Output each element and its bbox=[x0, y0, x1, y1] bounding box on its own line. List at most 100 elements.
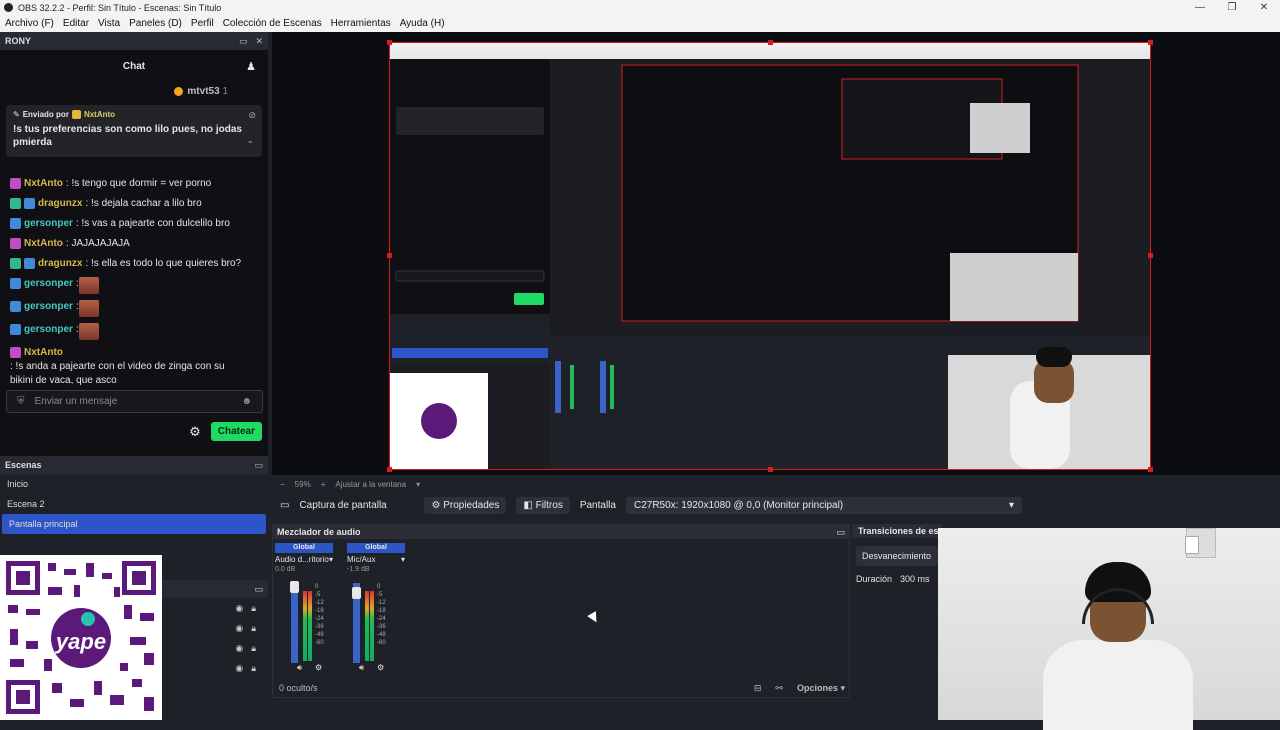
resize-handle[interactable] bbox=[1148, 253, 1153, 258]
speaker-icon[interactable]: 🔊︎ bbox=[297, 663, 302, 673]
close-window-button[interactable]: ✕ bbox=[1248, 2, 1280, 13]
source-row[interactable]: ◉ 🔒︎ bbox=[162, 658, 268, 678]
lock-icon[interactable]: 🔒︎ bbox=[251, 663, 256, 674]
chevron-down-icon[interactable]: ⌄ bbox=[246, 135, 254, 146]
menu-archivo[interactable]: Archivo (F) bbox=[5, 18, 54, 29]
chat-users-icon[interactable]: ♟ bbox=[246, 60, 256, 73]
channel-points[interactable]: mtvt53 1 bbox=[0, 83, 268, 99]
maximize-button[interactable]: ❐ bbox=[1216, 2, 1248, 13]
menu-vista[interactable]: Vista bbox=[98, 18, 120, 29]
chat-user[interactable]: NxtAnto bbox=[24, 237, 63, 251]
eye-icon[interactable]: ◉ bbox=[235, 643, 243, 654]
resize-handle[interactable] bbox=[1148, 40, 1153, 45]
menu-paneles[interactable]: Paneles (D) bbox=[129, 18, 182, 29]
mixer-header: Mezclador de audio ▭ bbox=[273, 525, 849, 539]
fit-to-window[interactable]: Ajustar a la ventana bbox=[335, 480, 406, 489]
source-row[interactable]: ◉ 🔒︎ bbox=[162, 618, 268, 638]
badge-icon bbox=[10, 198, 21, 209]
points-value: 1 bbox=[222, 85, 228, 97]
resize-handle[interactable] bbox=[1148, 467, 1153, 472]
source-row[interactable]: ◉ 🔒︎ bbox=[162, 598, 268, 618]
transition-select[interactable]: Desvanecimiento bbox=[856, 546, 938, 566]
filter-icon: ◧ bbox=[523, 499, 533, 511]
channel-name[interactable]: Mic/Aux ▾ bbox=[347, 555, 405, 564]
fader-knob[interactable] bbox=[352, 587, 361, 599]
settings-icon[interactable]: ⚙ bbox=[377, 663, 384, 672]
scene-item[interactable]: Escena 2 bbox=[0, 494, 268, 514]
gear-icon: ⚙ bbox=[431, 499, 441, 511]
shield-icon[interactable]: ⛨ bbox=[17, 396, 25, 407]
scene-item-selected[interactable]: Pantalla principal bbox=[2, 514, 266, 534]
menu-editar[interactable]: Editar bbox=[63, 18, 89, 29]
audio-mixer-dock: Mezclador de audio ▭ Global Audio d...ri… bbox=[272, 524, 850, 698]
preview-controls: − 59% + Ajustar a la ventana ▾ bbox=[272, 475, 1280, 493]
emoji-icon[interactable]: ☻ bbox=[241, 396, 252, 407]
undock-icon[interactable]: ▭ bbox=[254, 584, 263, 595]
minimize-button[interactable]: — bbox=[1184, 2, 1216, 13]
properties-button[interactable]: ⚙ Propiedades bbox=[424, 496, 507, 514]
pinned-message[interactable]: ✎ Enviado por NxtAnto !s tus preferencia… bbox=[6, 105, 262, 157]
chat-user[interactable]: gersonper bbox=[24, 277, 73, 291]
nested-obs-capture[interactable] bbox=[387, 40, 1153, 472]
link-icon[interactable]: ⚯ bbox=[775, 683, 783, 694]
layout-icon[interactable]: ⊟ bbox=[754, 683, 762, 694]
close-dock-icon[interactable]: ✕ bbox=[255, 36, 263, 47]
send-chat-button[interactable]: Chatear bbox=[210, 422, 262, 441]
chat-input[interactable]: ⛨ Enviar un mensaje ☻ bbox=[6, 390, 263, 413]
speaker-icon[interactable]: 🔊︎ bbox=[359, 663, 364, 673]
eye-icon[interactable]: ◉ bbox=[235, 603, 243, 614]
settings-icon[interactable]: ⚙ bbox=[315, 663, 322, 672]
pinned-user: NxtAnto bbox=[83, 110, 116, 119]
resize-handle[interactable] bbox=[768, 467, 773, 472]
chat-user[interactable]: gersonper bbox=[24, 217, 73, 231]
audio-channel-mic: Global Mic/Aux ▾ -1.9 dB 0 -5 -12 -18 -24 -36 -… bbox=[347, 543, 405, 673]
resize-handle[interactable] bbox=[387, 467, 392, 472]
chat-messages: NxtAnto: !s tengo que dormir = ver porno… bbox=[0, 174, 268, 391]
badge-icon bbox=[10, 347, 21, 358]
options-button[interactable]: Opciones ▾ bbox=[797, 683, 845, 694]
pinned-text: !s tus preferencias son como lilo pues, … bbox=[13, 124, 242, 148]
resize-handle[interactable] bbox=[387, 40, 392, 45]
chevron-down-icon: ▾ bbox=[1008, 499, 1014, 511]
gear-icon[interactable]: ⚙ bbox=[189, 424, 201, 440]
undock-icon[interactable]: ▭ bbox=[836, 527, 845, 538]
eye-icon[interactable]: ◉ bbox=[235, 663, 243, 674]
undock-icon[interactable]: ▭ bbox=[239, 36, 248, 47]
lock-icon[interactable]: 🔒︎ bbox=[251, 603, 256, 614]
source-row[interactable]: ◉ 🔒︎ bbox=[162, 638, 268, 658]
chevron-down-icon: ▾ bbox=[328, 555, 333, 564]
chat-user[interactable]: gersonper bbox=[24, 300, 73, 314]
webcam-overlay bbox=[938, 528, 1280, 730]
chat-text: : !s anda a pajearte con el video de zin… bbox=[10, 361, 225, 386]
channel-name[interactable]: Audio d...ritorio ▾ bbox=[275, 555, 333, 564]
menu-herramientas[interactable]: Herramientas bbox=[331, 18, 391, 29]
unpin-icon[interactable]: ⊘ bbox=[248, 110, 256, 121]
resize-handle[interactable] bbox=[387, 253, 392, 258]
filters-button[interactable]: ◧ Filtros bbox=[516, 496, 570, 514]
volume-fader[interactable] bbox=[291, 583, 298, 663]
fader-knob[interactable] bbox=[290, 581, 299, 593]
chevron-down-icon[interactable]: ▾ bbox=[416, 480, 420, 489]
duration-value[interactable]: 300 ms bbox=[900, 574, 930, 584]
sources-dock: ▭ ◉ 🔒︎ ◉ 🔒︎ ◉ 🔒︎ ◉ 🔒︎ bbox=[162, 580, 268, 720]
chat-user[interactable]: NxtAnto bbox=[24, 346, 63, 360]
menu-bar: Archivo (F) Editar Vista Paneles (D) Per… bbox=[0, 15, 1280, 32]
chat-user[interactable]: dragunzx bbox=[38, 197, 82, 211]
chat-text: : !s tengo que dormir = ver porno bbox=[65, 178, 212, 189]
badge-icon bbox=[10, 258, 21, 269]
display-select[interactable]: C27R50x: 1920x1080 @ 0,0 (Monitor princi… bbox=[625, 496, 1022, 514]
menu-perfil[interactable]: Perfil bbox=[191, 18, 214, 29]
menu-ayuda[interactable]: Ayuda (H) bbox=[400, 18, 445, 29]
zoom-out-icon[interactable]: − bbox=[280, 480, 285, 489]
zoom-in-icon[interactable]: + bbox=[321, 480, 326, 489]
scene-item[interactable]: Inicio bbox=[0, 474, 268, 494]
menu-coleccion-escenas[interactable]: Colección de Escenas bbox=[223, 18, 322, 29]
chat-user[interactable]: NxtAnto bbox=[24, 177, 63, 191]
chat-user[interactable]: gersonper bbox=[24, 323, 73, 337]
resize-handle[interactable] bbox=[768, 40, 773, 45]
chat-user[interactable]: dragunzx bbox=[38, 257, 82, 271]
undock-icon[interactable]: ▭ bbox=[254, 460, 263, 471]
eye-icon[interactable]: ◉ bbox=[235, 623, 243, 634]
lock-icon[interactable]: 🔒︎ bbox=[251, 643, 256, 654]
lock-icon[interactable]: 🔒︎ bbox=[251, 623, 256, 634]
